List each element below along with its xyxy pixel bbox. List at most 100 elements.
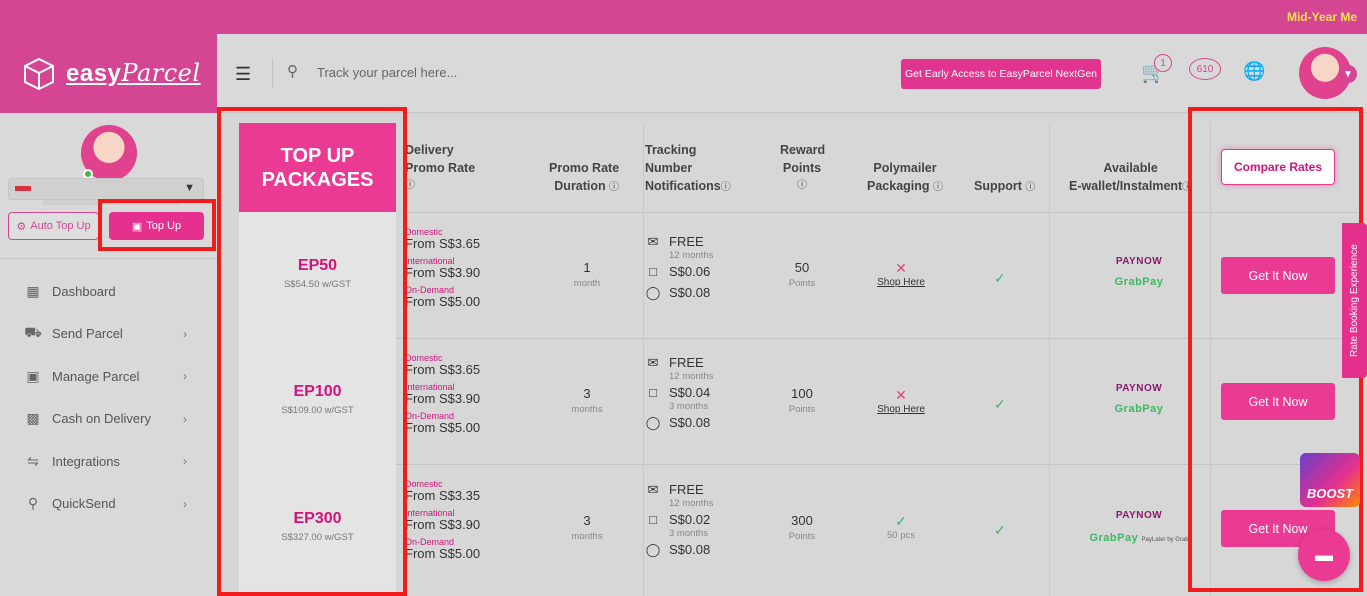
sidebar-item-quicksend[interactable]: ⚲ QuickSend › <box>0 483 217 526</box>
sidebar-item-label: Manage Parcel <box>52 368 140 384</box>
highlight-packages <box>217 107 407 596</box>
promo-text[interactable]: Mid-Year Me <box>1287 10 1357 24</box>
cash-icon: ▩ <box>26 410 40 427</box>
duration-ep300: 3 months <box>571 513 603 542</box>
chevron-right-icon: › <box>183 454 187 469</box>
paylater-logo: PayLater by Grab <box>1141 537 1189 543</box>
check-icon: ✓ <box>895 513 907 529</box>
dashboard-icon: ▦ <box>26 282 40 299</box>
polymailer-ep300: ✓ 50 pcs <box>871 513 931 541</box>
whatsapp-icon: ◯ <box>645 415 661 430</box>
flag-icon <box>15 186 31 191</box>
country-select[interactable]: ▼ <box>8 178 204 200</box>
search-input[interactable] <box>317 61 617 83</box>
top-header: ☰ ⚲ Get Early Access to EasyParcel NextG… <box>217 34 1367 113</box>
tracking-ep50: ✉ FREE 12 months □ S$0.06 ◯ S$0.08 <box>645 234 714 300</box>
chevron-right-icon: › <box>183 411 187 426</box>
sms-icon: □ <box>649 512 657 527</box>
whatsapp-icon: ◯ <box>645 285 661 300</box>
grabpay-logo: GrabPay <box>1114 403 1164 415</box>
divider <box>272 58 273 88</box>
divider <box>1049 123 1050 596</box>
search-icon: ⚲ <box>287 63 298 80</box>
sidebar-item-label: Send Parcel <box>52 326 123 342</box>
delivery-rates-ep50: Domestic From S$3.65 International From S$… <box>405 227 481 309</box>
logo[interactable]: easyParcel <box>0 34 217 113</box>
cart-button[interactable]: 🛒 1 <box>1141 54 1172 85</box>
header-delivery: Delivery Promo Rate ⓘ <box>405 141 475 195</box>
check-icon: ✓ <box>994 270 1006 286</box>
globe-icon[interactable]: 🌐 <box>1243 61 1265 82</box>
header-polymailer: Polymailer Packaging ⓘ <box>867 161 944 193</box>
sidebar-item-integrations[interactable]: ⇋ Integrations › <box>0 440 217 483</box>
chevron-right-icon: › <box>183 326 187 341</box>
box-logo-icon <box>24 57 54 90</box>
sidebar-item-label: Integrations <box>52 453 120 469</box>
shop-here-link[interactable]: Shop Here <box>871 404 931 415</box>
truck-icon: ⛟ <box>24 324 42 341</box>
points-ep300: 300 Points <box>788 513 816 542</box>
close-icon: ✕ <box>895 387 907 403</box>
help-icon: ⓘ <box>797 180 807 191</box>
sms-icon: □ <box>649 264 657 279</box>
header-wallet: Available E-wallet/Instalmentⓘ <box>1069 161 1193 193</box>
close-icon: ✕ <box>895 260 907 276</box>
rate-booking-tab[interactable]: Rate Booking Experience <box>1342 223 1367 378</box>
header-support: Support ⓘ <box>974 179 1036 193</box>
grabpay-logo: GrabPay <box>1089 532 1139 544</box>
menu-icon[interactable]: ☰ <box>235 64 251 85</box>
grabpay-logo: GrabPay <box>1114 276 1164 288</box>
whatsapp-icon: ◯ <box>645 542 661 557</box>
polymailer-ep100: ✕ Shop Here <box>871 387 931 415</box>
tracking-ep100: ✉ FREE 12 months □ S$0.04 3 months ◯ S$0.08 <box>645 355 714 430</box>
email-icon: ✉ <box>647 482 659 497</box>
auto-top-up-button[interactable]: ⚙ Auto Top Up <box>8 212 99 240</box>
email-icon: ✉ <box>647 355 659 370</box>
boxes-icon: ▣ <box>26 367 40 384</box>
notification-badge[interactable]: 610 <box>1189 58 1221 80</box>
chat-button[interactable]: ▬ <box>1298 529 1350 581</box>
boost-promo-badge[interactable]: BOOST <box>1300 453 1360 507</box>
early-access-button[interactable]: Get Early Access to EasyParcel NextGen <box>901 59 1101 89</box>
chevron-down-icon: ▼ <box>1339 65 1357 83</box>
wallets-ep100: PAYNOW GrabPay <box>1099 383 1179 415</box>
highlight-get-it-now <box>1188 107 1363 592</box>
duration-ep50: 1 month <box>573 260 601 289</box>
sms-icon: □ <box>649 385 657 400</box>
duration-ep100: 3 months <box>571 386 603 415</box>
chevron-down-icon: ▼ <box>184 182 195 194</box>
sidebar-item-manage-parcel[interactable]: ▣ Manage Parcel › <box>0 355 217 398</box>
tracking-ep300: ✉ FREE 12 months □ S$0.02 3 months ◯ S$0.08 <box>645 482 714 557</box>
help-icon: ⓘ <box>1025 182 1036 193</box>
chat-icon: ▬ <box>1315 544 1333 565</box>
header-tracking: Tracking Number Notificationsⓘ <box>645 143 731 193</box>
highlight-top-up <box>98 199 216 251</box>
help-icon: ⓘ <box>933 182 944 193</box>
cart-icon: ⚲ <box>27 495 39 512</box>
sidebar-item-cash-on-delivery[interactable]: ▩ Cash on Delivery › <box>0 398 217 441</box>
divider <box>643 123 644 596</box>
sidebar-item-dashboard[interactable]: ▦ Dashboard <box>0 270 217 313</box>
user-avatar[interactable]: ▼ <box>1299 47 1357 99</box>
paynow-logo: PAYNOW <box>1115 256 1163 267</box>
chevron-right-icon: › <box>183 369 187 384</box>
sidebar-nav: ▦ Dashboard ⛟ Send Parcel › ▣ Manage Par… <box>0 270 217 525</box>
wallets-ep50: PAYNOW GrabPay <box>1099 256 1179 288</box>
sidebar-item-label: Dashboard <box>52 283 116 299</box>
delivery-rates-ep100: Domestic From S$3.65 International From S$… <box>405 353 481 435</box>
promo-banner[interactable]: Mid-Year Me <box>0 0 1367 34</box>
header-reward: Reward Points ⓘ <box>780 141 825 195</box>
help-icon: ⓘ <box>405 180 415 191</box>
link-icon: ⇋ <box>27 452 39 469</box>
gear-icon: ⚙ <box>16 220 27 233</box>
sidebar-item-label: Cash on Delivery <box>52 411 151 427</box>
cart-badge: 1 <box>1154 54 1172 72</box>
shop-here-link[interactable]: Shop Here <box>871 277 931 288</box>
sidebar-item-send-parcel[interactable]: ⛟ Send Parcel › <box>0 313 217 356</box>
check-icon: ✓ <box>994 396 1006 412</box>
check-icon: ✓ <box>994 522 1006 538</box>
sidebar-item-label: QuickSend <box>52 496 116 512</box>
points-ep50: 50 Points <box>788 260 816 289</box>
chevron-right-icon: › <box>183 496 187 511</box>
points-ep100: 100 Points <box>788 386 816 415</box>
